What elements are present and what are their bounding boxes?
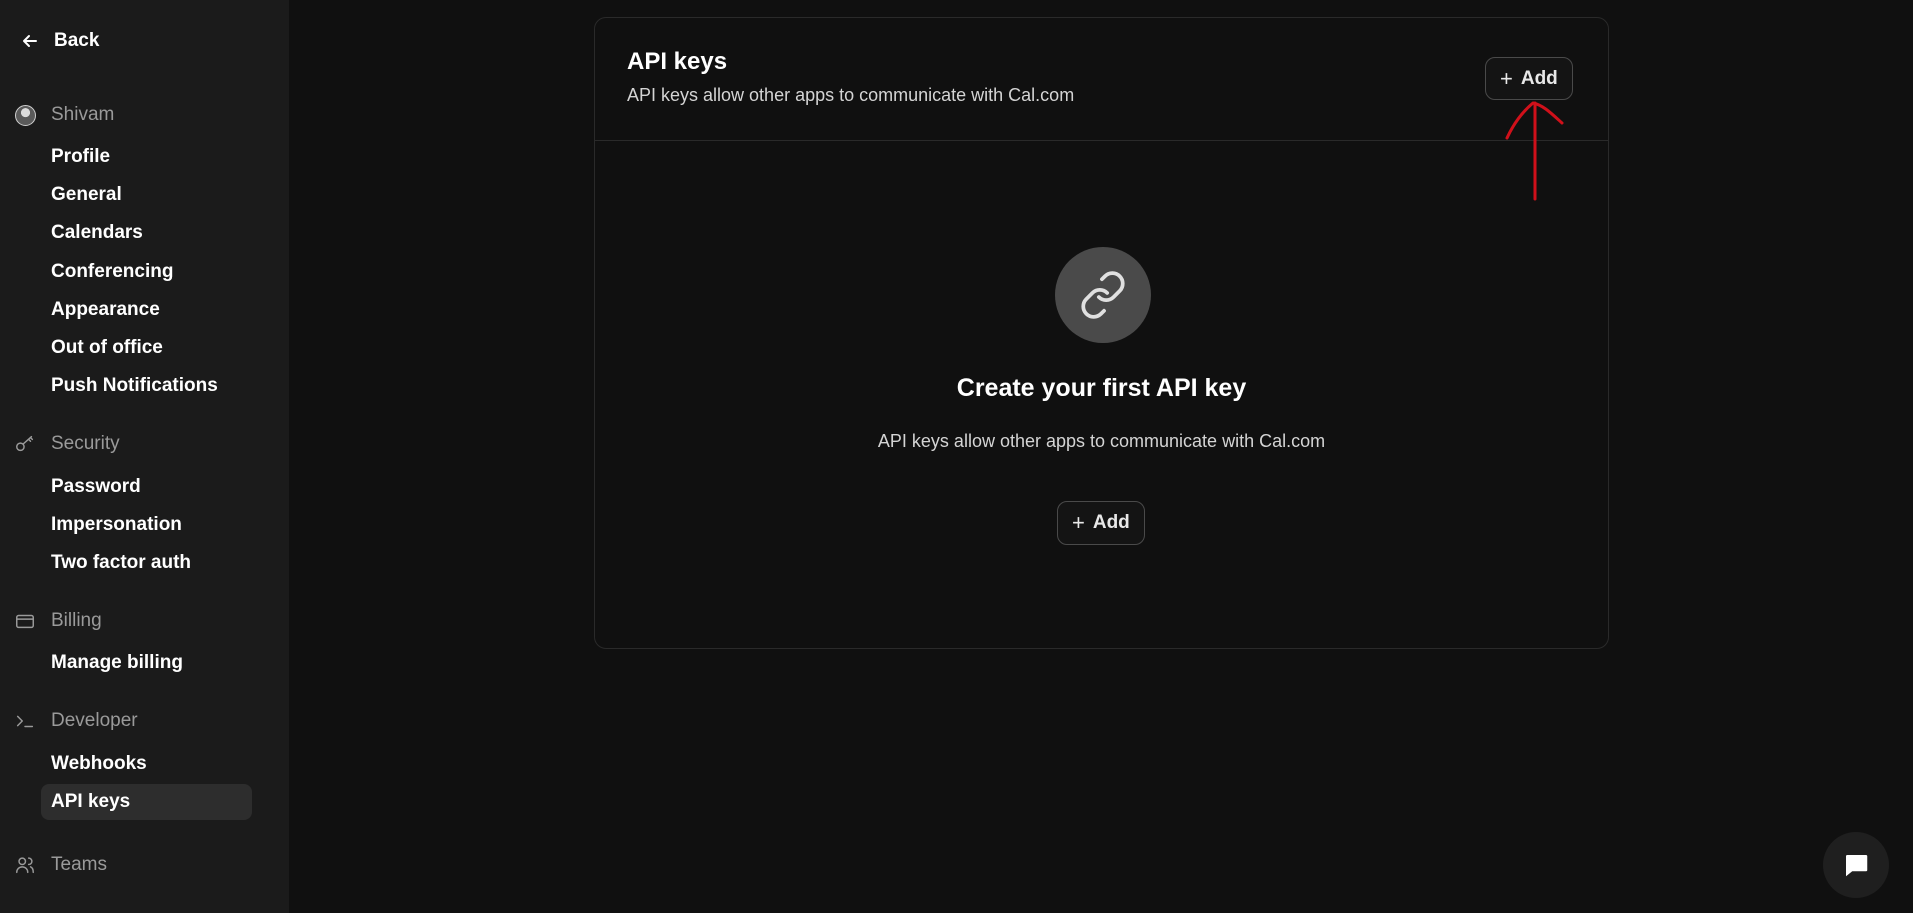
add-api-key-button[interactable]: + Add [1485,57,1573,100]
sidebar-item-api-keys[interactable]: API keys [41,784,252,820]
sidebar-item-calendars[interactable]: Calendars [41,215,252,251]
annotation-arrow [1505,101,1564,201]
sidebar-item-label: Out of office [51,337,163,358]
section-user-label: Shivam [51,104,115,125]
add-button-label: Add [1520,67,1558,89]
page-description: API keys allow other apps to communicate… [627,85,1075,105]
api-keys-card: API keys API keys allow other apps to co… [594,17,1609,649]
sidebar-item-label: Two factor auth [51,552,192,573]
sidebar-item-impersonation[interactable]: Impersonation [41,507,252,543]
sidebar-item-label: Conferencing [51,261,174,282]
section-developer: Developer [13,708,138,734]
sidebar-item-webhooks[interactable]: Webhooks [41,746,252,782]
empty-state-title: Create your first API key [956,374,1247,402]
sidebar-item-label: Push Notifications [51,375,218,396]
section-billing-label: Billing [51,610,102,631]
sidebar-item-two-factor-auth[interactable]: Two factor auth [41,545,252,581]
section-user: Shivam [13,102,114,128]
sidebar-item-label: Manage billing [51,652,183,673]
sidebar-item-label: General [51,184,122,205]
sidebar-item-label: API keys [51,791,131,812]
arrow-left-icon [23,35,37,47]
link-icon [1055,247,1151,343]
section-teams-label: Teams [51,854,107,875]
sidebar-item-label: Profile [51,146,111,167]
plus-icon: + [1072,510,1085,535]
settings-sidebar: Back Shivam Profile General Calendars Co… [0,0,289,913]
users-icon [13,853,37,877]
sidebar-item-label: Calendars [51,222,143,243]
sidebar-item-label: Appearance [51,299,160,320]
plus-icon: + [1500,65,1513,91]
add-button-label: Add [1092,512,1130,533]
section-teams[interactable]: Teams [13,852,107,878]
sidebar-item-profile[interactable]: Profile [41,139,252,175]
sidebar-item-label: Password [51,476,141,497]
chat-icon [1846,855,1868,877]
page-title: API keys [627,48,728,75]
empty-state-add-button[interactable]: + Add [1057,501,1145,545]
sidebar-item-manage-billing[interactable]: Manage billing [41,645,252,681]
sidebar-item-conferencing[interactable]: Conferencing [41,254,252,290]
section-developer-label: Developer [51,710,138,731]
sidebar-item-appearance[interactable]: Appearance [41,292,252,328]
back-button[interactable]: Back [20,30,99,52]
sidebar-item-out-of-office[interactable]: Out of office [41,330,252,366]
section-security: Security [13,431,120,457]
sidebar-item-label: Webhooks [51,753,147,774]
sidebar-item-label: Impersonation [51,514,182,535]
back-label: Back [54,30,100,51]
sidebar-item-password[interactable]: Password [41,469,252,505]
card-header: API keys API keys allow other apps to co… [595,18,1608,141]
section-security-label: Security [51,433,120,454]
sidebar-item-push-notifications[interactable]: Push Notifications [41,368,252,404]
empty-state-description: API keys allow other apps to communicate… [877,431,1326,451]
sidebar-item-general[interactable]: General [41,177,252,213]
section-billing: Billing [13,608,102,634]
terminal-icon [13,709,37,733]
credit-card-icon [13,609,37,633]
key-icon [13,432,37,456]
chat-button[interactable] [1823,832,1889,898]
avatar [13,103,37,127]
